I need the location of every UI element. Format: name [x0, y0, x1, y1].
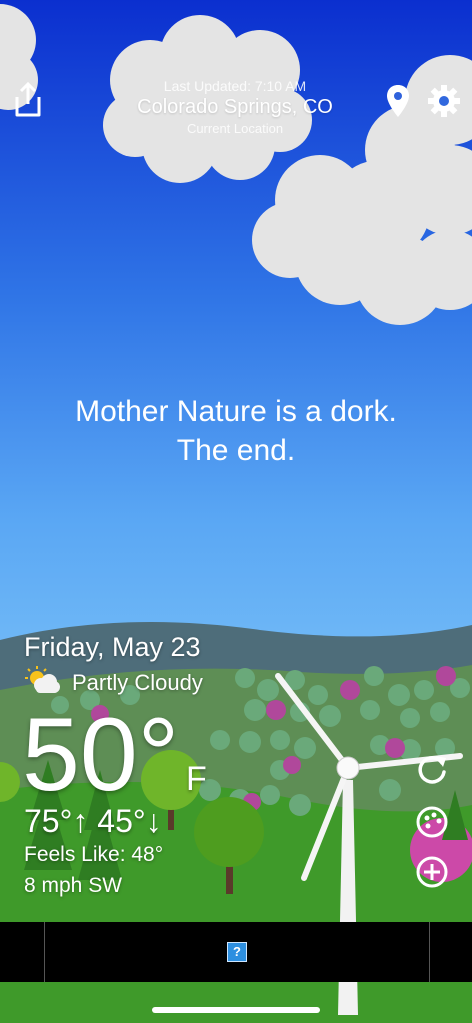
location-pin-icon — [387, 85, 409, 117]
share-button[interactable] — [12, 80, 44, 120]
palette-icon — [416, 806, 448, 838]
current-temperature: 50° — [22, 697, 180, 813]
high-low-temperature: 75°↑ 45°↓ — [24, 803, 162, 839]
add-icon — [416, 856, 448, 888]
last-updated-label: Last Updated: 7:10 AM — [163, 78, 307, 94]
home-indicator[interactable] — [152, 1007, 320, 1013]
weather-tagline: Mother Nature is a dork. The end. — [0, 392, 472, 470]
settings-button[interactable] — [427, 84, 461, 118]
add-button[interactable] — [414, 854, 450, 890]
feels-like-label: Feels Like: 48° — [24, 843, 164, 866]
refresh-button[interactable] — [414, 752, 450, 788]
theme-button[interactable] — [414, 804, 450, 840]
partly-cloudy-icon — [25, 666, 60, 693]
share-icon — [15, 81, 41, 117]
location-header: Last Updated: 7:10 AM Colorado Springs, … — [100, 78, 370, 136]
tagline-line-1: Mother Nature is a dork. — [75, 395, 397, 428]
forecast-date: Friday, May 23 — [24, 632, 201, 662]
ad-banner[interactable]: ? — [0, 922, 472, 982]
condition-label: Partly Cloudy — [72, 670, 203, 695]
gear-icon — [428, 85, 460, 117]
refresh-icon — [418, 756, 446, 784]
city-name[interactable]: Colorado Springs, CO — [100, 96, 370, 119]
wind-label: 8 mph SW — [24, 874, 123, 897]
tagline-line-2: The end. — [176, 434, 296, 467]
location-button[interactable] — [386, 84, 410, 118]
ad-placeholder-icon: ? — [227, 942, 247, 962]
temperature-unit[interactable]: F — [186, 760, 207, 799]
current-location-label: Current Location — [186, 121, 284, 136]
